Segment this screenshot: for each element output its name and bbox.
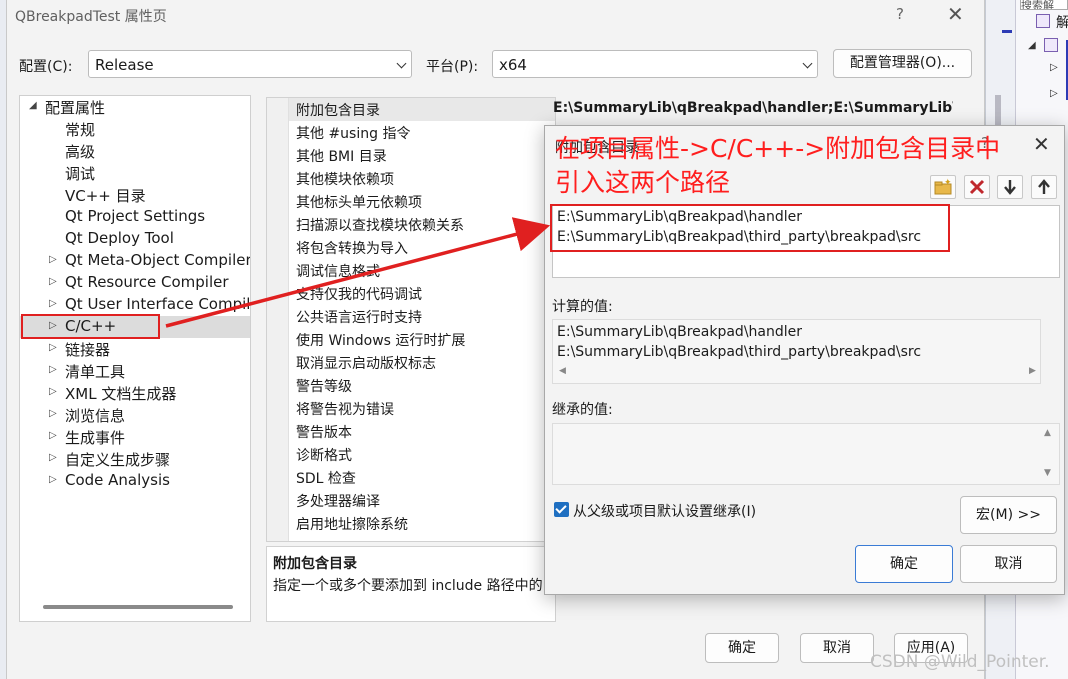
annotation-arrow [165, 217, 551, 328]
watermark: CSDN @Wild_Pointer. [870, 652, 1050, 672]
